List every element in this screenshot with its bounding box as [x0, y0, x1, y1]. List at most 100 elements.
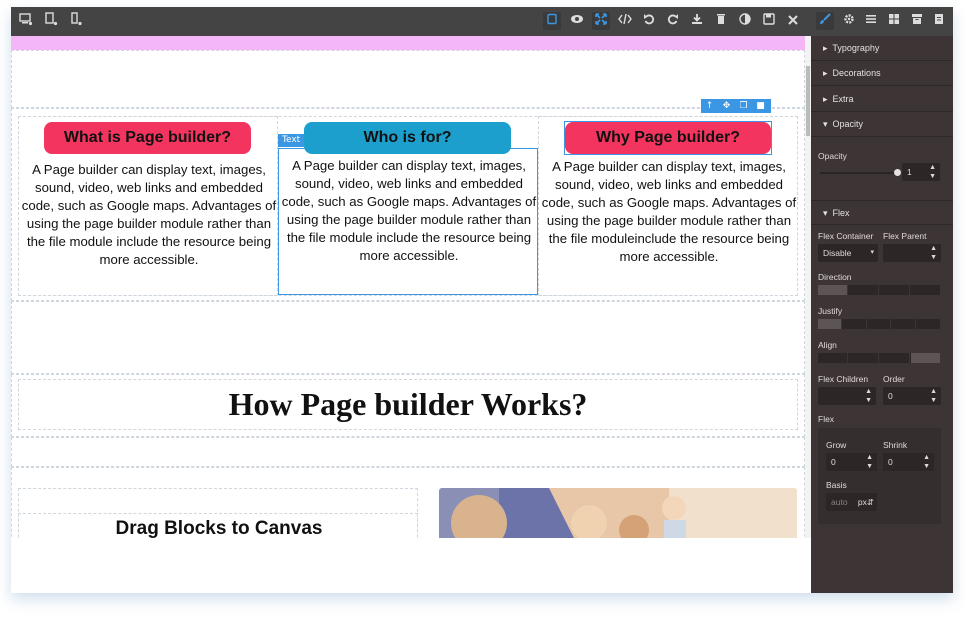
mobile-icon[interactable] — [67, 12, 85, 30]
pink-section-strip — [11, 36, 805, 50]
opacity-section-label: Opacity — [832, 119, 864, 129]
basis-unit-select[interactable]: px⇵ — [858, 493, 874, 511]
flex-parent-label: Flex Parent — [883, 231, 927, 241]
typography-section[interactable]: ▸ Typography — [811, 36, 953, 61]
flex-container-value: Disable — [823, 248, 852, 258]
outline-icon[interactable] — [543, 12, 561, 30]
opacity-section[interactable]: ▾ Opacity — [811, 112, 953, 137]
section-outline — [11, 50, 805, 108]
justify-buttons[interactable] — [818, 319, 941, 329]
justify-label: Justify — [818, 306, 843, 316]
opacity-input[interactable]: 1 ▲ ▼ — [902, 163, 940, 181]
stepper-icon[interactable]: ▲ ▼ — [930, 387, 937, 405]
basis-placeholder: auto — [831, 497, 848, 507]
opacity-label: Opacity — [818, 151, 847, 161]
decorations-section[interactable]: ▸ Decorations — [811, 61, 953, 86]
basis-unit: px — [857, 497, 867, 507]
undo-icon[interactable] — [640, 12, 658, 30]
move-icon[interactable]: ✥ — [718, 99, 735, 113]
blocks-icon[interactable] — [885, 12, 903, 30]
trash-icon[interactable] — [712, 12, 730, 30]
flex-section[interactable]: ▾ Flex — [811, 200, 953, 225]
flex-container-select[interactable]: Disable ▾ — [818, 244, 878, 262]
select-caret-icon: ▾ — [870, 249, 874, 256]
flex-parent-select[interactable]: ▲ ▼ — [883, 244, 941, 262]
flex-container-label: Flex Container — [818, 231, 874, 241]
preview-icon[interactable] — [568, 12, 586, 30]
caret-down-icon: ▾ — [823, 208, 828, 218]
typography-label: Typography — [832, 43, 880, 53]
grow-value: 0 — [831, 457, 836, 467]
scrollbar-thumb[interactable] — [806, 66, 810, 136]
column-3-title[interactable]: Why Page builder? — [565, 122, 771, 154]
stepper-icon[interactable]: ▲ ▼ — [865, 387, 872, 405]
page-builder-window: What is Page builder? A Page builder can… — [11, 7, 953, 593]
gear-icon[interactable] — [840, 12, 858, 30]
column-3-text[interactable]: A Page builder can display text, images,… — [541, 158, 797, 266]
basis-label: Basis — [826, 480, 847, 490]
stepper-icon[interactable]: ▲ ▼ — [930, 244, 937, 262]
desktop-icon[interactable] — [17, 12, 35, 30]
fullscreen-icon[interactable] — [592, 12, 610, 30]
style-manager-panel: ▸ Typography ▸ Decorations ▸ Extra ▾ Opa… — [811, 36, 953, 593]
spacer-section — [11, 437, 805, 467]
redo-icon[interactable] — [664, 12, 682, 30]
stepper-icon[interactable]: ▲ ▼ — [866, 453, 873, 471]
column-1-title[interactable]: What is Page builder? — [44, 122, 251, 154]
order-input[interactable]: 0 ▲ ▼ — [883, 387, 941, 405]
column-1-text[interactable]: A Page builder can display text, images,… — [21, 161, 277, 269]
stepper-icon[interactable]: ▲ ▼ — [929, 163, 936, 181]
column-2-title-text: Who is for? — [363, 129, 452, 146]
grow-input[interactable]: 0 ▲ ▼ — [826, 453, 877, 471]
empty-section[interactable] — [11, 301, 805, 374]
caret-down-icon: ▾ — [823, 119, 828, 129]
close-icon[interactable] — [784, 12, 802, 30]
feature-image[interactable] — [439, 488, 797, 538]
shrink-value: 0 — [888, 457, 893, 467]
opacity-slider-track[interactable] — [820, 172, 898, 174]
extra-section[interactable]: ▸ Extra — [811, 87, 953, 112]
opacity-slider-handle[interactable] — [894, 169, 901, 176]
column-2-text[interactable]: A Page builder can display text, images,… — [281, 157, 537, 265]
drag-blocks-title[interactable]: Drag Blocks to Canvas — [19, 518, 419, 538]
grow-label: Grow — [826, 440, 847, 450]
caret-right-icon: ▸ — [823, 94, 828, 104]
archive-icon[interactable] — [908, 12, 926, 30]
column-2-title[interactable]: Who is for? — [304, 122, 511, 154]
order-value: 0 — [888, 391, 893, 401]
file-icon[interactable] — [930, 12, 948, 30]
flex-label: Flex — [818, 414, 835, 424]
column-1-title-text: What is Page builder? — [63, 129, 232, 146]
tablet-icon[interactable] — [42, 12, 60, 30]
editor-canvas[interactable]: What is Page builder? A Page builder can… — [11, 36, 805, 538]
direction-label: Direction — [818, 272, 852, 282]
column-3-title-text: Why Page builder? — [595, 129, 740, 146]
works-heading[interactable]: How Page builder Works? — [19, 379, 797, 430]
flex-children-input[interactable]: ▲ ▼ — [818, 387, 876, 405]
select-parent-icon[interactable]: ↑ — [701, 99, 718, 113]
code-icon[interactable] — [616, 12, 634, 30]
order-label: Order — [883, 374, 905, 384]
shrink-label: Shrink — [883, 440, 908, 450]
basis-input[interactable]: auto px⇵ — [826, 493, 877, 511]
flex-children-label: Flex Children — [818, 374, 869, 384]
delete-icon[interactable]: ■ — [752, 99, 769, 113]
import-icon[interactable] — [688, 12, 706, 30]
stepper-icon[interactable]: ▲ ▼ — [923, 453, 930, 471]
flex-section-label: Flex — [832, 208, 850, 218]
brush-icon[interactable] — [816, 12, 834, 30]
canvas-bottom-area — [11, 538, 805, 593]
shrink-input[interactable]: 0 ▲ ▼ — [883, 453, 934, 471]
direction-buttons[interactable] — [818, 285, 941, 295]
clone-icon[interactable]: ❐ — [735, 99, 752, 113]
contrast-icon[interactable] — [736, 12, 754, 30]
selected-type-badge: Text — [278, 134, 305, 147]
align-label: Align — [818, 340, 837, 350]
caret-right-icon: ▸ — [823, 43, 828, 53]
align-buttons[interactable] — [818, 353, 941, 363]
top-toolbar — [11, 7, 953, 36]
extra-label: Extra — [832, 94, 854, 104]
layers-icon[interactable] — [862, 12, 880, 30]
save-icon[interactable] — [760, 12, 778, 30]
opacity-value: 1 — [907, 167, 912, 177]
